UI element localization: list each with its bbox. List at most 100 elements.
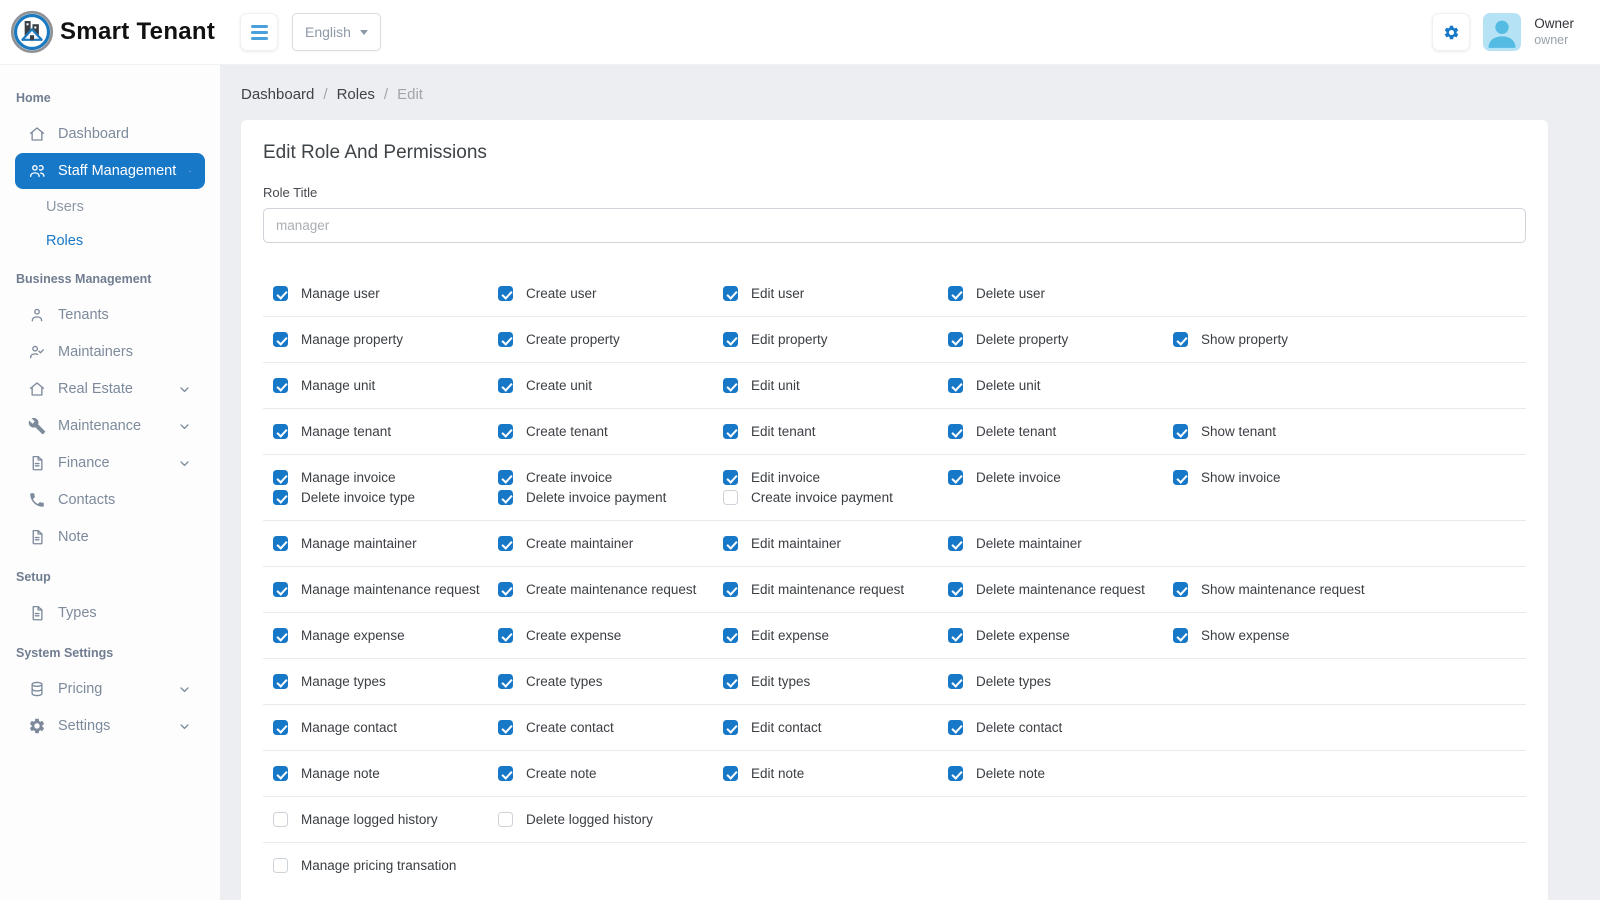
permission-delete-invoice-type[interactable]: Delete invoice type (273, 490, 498, 505)
checkbox-unchecked[interactable] (498, 812, 513, 827)
checkbox-checked[interactable] (948, 674, 963, 689)
checkbox-checked[interactable] (723, 582, 738, 597)
permission-manage-types[interactable]: Manage types (273, 674, 498, 689)
checkbox-checked[interactable] (273, 490, 288, 505)
sidebar-item-maintainers[interactable]: Maintainers (15, 334, 205, 370)
checkbox-checked[interactable] (948, 766, 963, 781)
checkbox-checked[interactable] (273, 674, 288, 689)
checkbox-checked[interactable] (723, 536, 738, 551)
checkbox-checked[interactable] (948, 582, 963, 597)
permission-create-note[interactable]: Create note (498, 766, 723, 781)
checkbox-checked[interactable] (273, 286, 288, 301)
sidebar-item-dashboard[interactable]: Dashboard (15, 116, 205, 152)
permission-manage-logged-history[interactable]: Manage logged history (273, 812, 498, 827)
permission-create-invoice[interactable]: Create invoice (498, 470, 723, 485)
permission-delete-contact[interactable]: Delete contact (948, 720, 1173, 735)
permission-manage-invoice[interactable]: Manage invoice (273, 470, 498, 485)
sidebar-item-maintenance[interactable]: Maintenance (15, 408, 205, 444)
permission-manage-unit[interactable]: Manage unit (273, 378, 498, 393)
permission-create-expense[interactable]: Create expense (498, 628, 723, 643)
checkbox-unchecked[interactable] (273, 812, 288, 827)
checkbox-checked[interactable] (273, 378, 288, 393)
language-dropdown[interactable]: English (292, 13, 381, 51)
breadcrumb-roles[interactable]: Roles (337, 86, 375, 103)
permission-delete-maintenance-request[interactable]: Delete maintenance request (948, 582, 1173, 597)
permission-create-maintainer[interactable]: Create maintainer (498, 536, 723, 551)
checkbox-checked[interactable] (948, 332, 963, 347)
permission-edit-maintainer[interactable]: Edit maintainer (723, 536, 948, 551)
checkbox-checked[interactable] (1173, 424, 1188, 439)
checkbox-checked[interactable] (498, 536, 513, 551)
permission-edit-note[interactable]: Edit note (723, 766, 948, 781)
permission-delete-tenant[interactable]: Delete tenant (948, 424, 1173, 439)
checkbox-checked[interactable] (273, 720, 288, 735)
permission-edit-invoice[interactable]: Edit invoice (723, 470, 948, 485)
checkbox-checked[interactable] (723, 332, 738, 347)
sidebar-item-types[interactable]: Types (15, 595, 205, 631)
sidebar-subitem-users[interactable]: Users (0, 190, 220, 224)
checkbox-checked[interactable] (498, 720, 513, 735)
checkbox-checked[interactable] (273, 424, 288, 439)
checkbox-checked[interactable] (498, 628, 513, 643)
checkbox-checked[interactable] (948, 424, 963, 439)
checkbox-unchecked[interactable] (273, 858, 288, 873)
permission-create-unit[interactable]: Create unit (498, 378, 723, 393)
checkbox-checked[interactable] (1173, 332, 1188, 347)
permission-create-contact[interactable]: Create contact (498, 720, 723, 735)
checkbox-checked[interactable] (723, 674, 738, 689)
permission-show-tenant[interactable]: Show tenant (1173, 424, 1398, 439)
permission-manage-contact[interactable]: Manage contact (273, 720, 498, 735)
checkbox-checked[interactable] (498, 766, 513, 781)
permission-manage-note[interactable]: Manage note (273, 766, 498, 781)
checkbox-checked[interactable] (948, 378, 963, 393)
permission-show-invoice[interactable]: Show invoice (1173, 470, 1398, 485)
checkbox-checked[interactable] (723, 378, 738, 393)
checkbox-checked[interactable] (273, 470, 288, 485)
breadcrumb-dashboard[interactable]: Dashboard (241, 86, 314, 103)
checkbox-checked[interactable] (498, 470, 513, 485)
permission-delete-invoice-payment[interactable]: Delete invoice payment (498, 490, 723, 505)
checkbox-checked[interactable] (498, 424, 513, 439)
checkbox-checked[interactable] (948, 536, 963, 551)
checkbox-checked[interactable] (498, 332, 513, 347)
permission-manage-property[interactable]: Manage property (273, 332, 498, 347)
permission-delete-expense[interactable]: Delete expense (948, 628, 1173, 643)
checkbox-checked[interactable] (723, 766, 738, 781)
permission-create-maintenance-request[interactable]: Create maintenance request (498, 582, 723, 597)
checkbox-unchecked[interactable] (723, 490, 738, 505)
permission-manage-tenant[interactable]: Manage tenant (273, 424, 498, 439)
permission-create-property[interactable]: Create property (498, 332, 723, 347)
permission-show-expense[interactable]: Show expense (1173, 628, 1398, 643)
sidebar-item-note[interactable]: Note (15, 519, 205, 555)
menu-toggle-button[interactable] (240, 13, 278, 51)
permission-create-user[interactable]: Create user (498, 286, 723, 301)
role-title-input[interactable] (263, 208, 1526, 243)
checkbox-checked[interactable] (1173, 582, 1188, 597)
permission-delete-types[interactable]: Delete types (948, 674, 1173, 689)
checkbox-checked[interactable] (273, 332, 288, 347)
checkbox-checked[interactable] (723, 720, 738, 735)
sidebar-item-finance[interactable]: Finance (15, 445, 205, 481)
checkbox-checked[interactable] (498, 490, 513, 505)
checkbox-checked[interactable] (273, 582, 288, 597)
checkbox-checked[interactable] (498, 674, 513, 689)
permission-create-invoice-payment[interactable]: Create invoice payment (723, 490, 948, 505)
permission-delete-property[interactable]: Delete property (948, 332, 1173, 347)
permission-edit-user[interactable]: Edit user (723, 286, 948, 301)
permission-edit-expense[interactable]: Edit expense (723, 628, 948, 643)
permission-delete-unit[interactable]: Delete unit (948, 378, 1173, 393)
checkbox-checked[interactable] (1173, 470, 1188, 485)
checkbox-checked[interactable] (723, 286, 738, 301)
checkbox-checked[interactable] (948, 628, 963, 643)
sidebar-item-staff-management[interactable]: Staff Management (15, 153, 205, 189)
permission-delete-invoice[interactable]: Delete invoice (948, 470, 1173, 485)
checkbox-checked[interactable] (723, 628, 738, 643)
checkbox-checked[interactable] (723, 470, 738, 485)
permission-manage-expense[interactable]: Manage expense (273, 628, 498, 643)
permission-delete-note[interactable]: Delete note (948, 766, 1173, 781)
permission-create-types[interactable]: Create types (498, 674, 723, 689)
brand[interactable]: Smart Tenant (0, 0, 220, 65)
checkbox-checked[interactable] (498, 582, 513, 597)
sidebar-item-tenants[interactable]: Tenants (15, 297, 205, 333)
permission-manage-user[interactable]: Manage user (273, 286, 498, 301)
